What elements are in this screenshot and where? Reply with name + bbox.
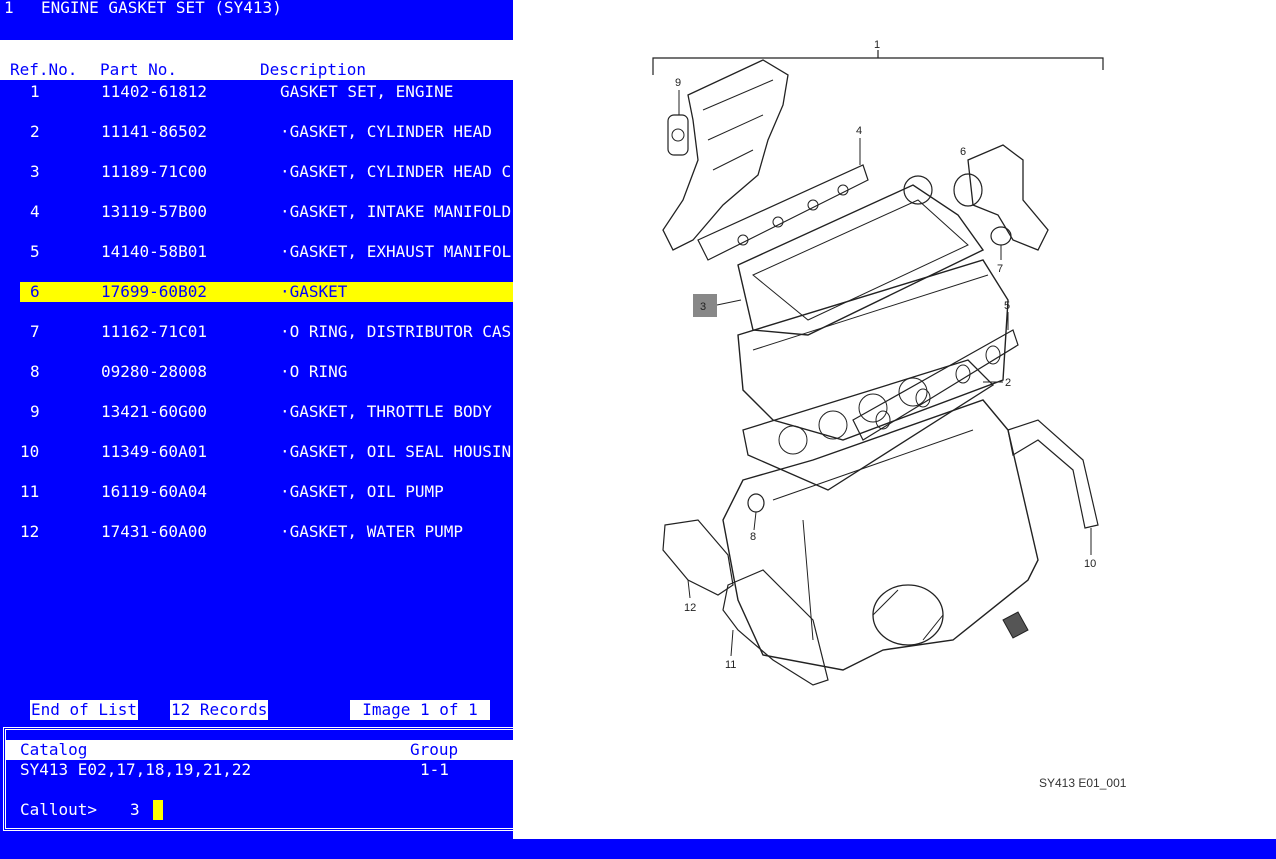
row-description: ·GASKET, OIL PUMP xyxy=(280,482,444,501)
record-count-status: 12 Records xyxy=(170,700,269,720)
diagram-callout-12[interactable]: 12 xyxy=(684,602,696,614)
text-cursor xyxy=(153,800,163,820)
row-description: GASKET SET, ENGINE xyxy=(280,82,454,101)
diagram-callout-6[interactable]: 6 xyxy=(960,146,966,158)
diagram-callout-2[interactable]: 2 xyxy=(1005,377,1011,389)
table-row[interactable]: 4 13119-57B00 ·GASKET, INTAKE MANIFOLD xyxy=(0,202,513,222)
table-row[interactable]: 6 17699-60B02 ·GASKET xyxy=(20,282,513,302)
table-row[interactable]: 8 09280-28008 ·O RING xyxy=(0,362,513,382)
table-row[interactable]: 11 16119-60A04 ·GASKET, OIL PUMP xyxy=(0,482,513,502)
row-ref: 5 xyxy=(30,242,40,261)
catalog-value: SY413 E02,17,18,19,21,22 xyxy=(20,760,252,779)
list-header: Ref.No. Part No. Description xyxy=(0,40,513,80)
diagram-callout-5[interactable]: 5 xyxy=(1004,300,1010,312)
row-part-number: 09280-28008 xyxy=(101,362,207,381)
table-row[interactable]: 3 11189-71C00 ·GASKET, CYLINDER HEAD C xyxy=(0,162,513,182)
diagram-callout-9[interactable]: 9 xyxy=(675,77,681,89)
column-header-ref: Ref.No. xyxy=(10,60,78,79)
row-description: ·O RING, DISTRIBUTOR CAS xyxy=(280,322,512,341)
bottom-strip xyxy=(0,839,1276,859)
row-description: ·GASKET xyxy=(280,282,348,301)
table-row[interactable]: 7 11162-71C01 ·O RING, DISTRIBUTOR CAS xyxy=(0,322,513,342)
row-ref: 12 xyxy=(20,522,40,541)
table-row[interactable]: 9 13421-60G00 ·GASKET, THROTTLE BODY xyxy=(0,402,513,422)
group-label: Group xyxy=(410,740,459,759)
row-description: ·GASKET, CYLINDER HEAD xyxy=(280,122,492,141)
column-header-part: Part No. xyxy=(100,60,178,79)
table-row[interactable]: 10 11349-60A01 ·GASKET, OIL SEAL HOUSIN xyxy=(0,442,513,462)
exploded-diagram[interactable]: 3 1 2 4 5 6 7 8 9 10 11 12 SY413 E01_001 xyxy=(513,0,1276,839)
row-part-number: 11162-71C01 xyxy=(101,322,207,341)
row-ref: 4 xyxy=(30,202,40,221)
parts-list: 1 11402-61812 GASKET SET, ENGINE 2 11141-865… xyxy=(0,80,513,700)
callout-label: Callout> xyxy=(20,800,98,819)
diagram-callout-8[interactable]: 8 xyxy=(750,531,756,543)
row-part-number: 14140-58B01 xyxy=(101,242,207,261)
title-index: 1 xyxy=(4,0,14,17)
row-description: ·GASKET, OIL SEAL HOUSIN xyxy=(280,442,512,461)
row-description: ·GASKET, THROTTLE BODY xyxy=(280,402,492,421)
page-title: ENGINE GASKET SET (SY413) xyxy=(41,0,282,17)
diagram-callout-10[interactable]: 10 xyxy=(1084,558,1096,570)
row-part-number: 11349-60A01 xyxy=(101,442,207,461)
diagram-callout-11[interactable]: 11 xyxy=(725,659,736,671)
diagram-callout-highlight[interactable]: 3 xyxy=(700,301,706,313)
row-part-number: 16119-60A04 xyxy=(101,482,207,501)
row-description: ·O RING xyxy=(280,362,348,381)
row-ref: 3 xyxy=(30,162,40,181)
row-ref: 8 xyxy=(30,362,40,381)
row-part-number: 17431-60A00 xyxy=(101,522,207,541)
end-of-list-status: End of List xyxy=(30,700,138,720)
row-part-number: 11189-71C00 xyxy=(101,162,207,181)
catalog-header: Catalog Group xyxy=(6,740,513,760)
row-ref: 1 xyxy=(30,82,40,101)
row-ref: 2 xyxy=(30,122,40,141)
table-row[interactable]: 2 11141-86502 ·GASKET, CYLINDER HEAD xyxy=(0,122,513,142)
row-part-number: 13421-60G00 xyxy=(101,402,207,421)
table-row[interactable]: 12 17431-60A00 ·GASKET, WATER PUMP xyxy=(0,522,513,542)
row-part-number: 11402-61812 xyxy=(101,82,207,101)
row-description: ·GASKET, EXHAUST MANIFOL xyxy=(280,242,512,261)
catalog-panel: Catalog Group SY413 E02,17,18,19,21,22 1… xyxy=(3,727,513,831)
row-ref: 7 xyxy=(30,322,40,341)
diagram-callout-1[interactable]: 1 xyxy=(874,39,880,51)
table-row[interactable]: 1 11402-61812 GASKET SET, ENGINE xyxy=(0,82,513,102)
catalog-label: Catalog xyxy=(20,740,88,759)
column-header-description: Description xyxy=(260,60,366,79)
row-part-number: 13119-57B00 xyxy=(101,202,207,221)
diagram-callout-4[interactable]: 4 xyxy=(856,125,862,137)
row-description: ·GASKET, CYLINDER HEAD C xyxy=(280,162,512,181)
row-ref: 11 xyxy=(20,482,40,501)
row-description: ·GASKET, WATER PUMP xyxy=(280,522,464,541)
row-description: ·GASKET, INTAKE MANIFOLD xyxy=(280,202,512,221)
row-ref: 10 xyxy=(20,442,40,461)
table-row[interactable]: 5 14140-58B01 ·GASKET, EXHAUST MANIFOL xyxy=(0,242,513,262)
row-ref: 6 xyxy=(30,282,40,301)
engine-gasket-diagram: 3 1 2 4 5 6 7 8 9 10 11 12 xyxy=(652,39,1104,686)
image-count-status: Image 1 of 1 xyxy=(350,700,490,720)
row-part-number: 11141-86502 xyxy=(101,122,207,141)
callout-input[interactable]: 3 xyxy=(130,800,140,820)
group-value: 1-1 xyxy=(420,760,449,779)
title-bar: 1 ENGINE GASKET SET (SY413) xyxy=(0,0,513,40)
row-ref: 9 xyxy=(30,402,40,421)
diagram-caption: SY413 E01_001 xyxy=(1039,776,1127,790)
diagram-callout-7[interactable]: 7 xyxy=(997,263,1003,275)
row-part-number: 17699-60B02 xyxy=(101,282,207,301)
